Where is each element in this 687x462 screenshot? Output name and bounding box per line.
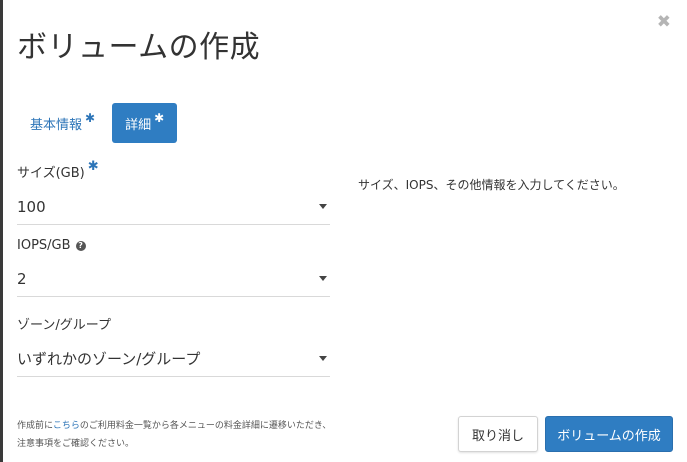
- required-icon: ✱: [154, 111, 165, 125]
- iops-label: IOPS/GB ?: [17, 238, 330, 253]
- size-label: サイズ(GB) ✱: [17, 159, 330, 181]
- details-help-text: サイズ、IOPS、その他情報を入力してください。: [358, 178, 625, 192]
- pricing-note: 作成前にこちらのご利用料金一覧から各メニューの料金詳細に遷移いただき、 注意事項…: [17, 417, 377, 453]
- iops-select-value: 2: [17, 269, 27, 288]
- tab-basic-info-label: 基本情報: [30, 117, 83, 133]
- pricing-note-prefix: 作成前に: [17, 421, 53, 431]
- zone-select-value: いずれかのゾーン/グループ: [17, 350, 201, 368]
- zone-label: ゾーン/グループ: [17, 314, 330, 333]
- create-volume-modal: ボリュームの作成 ✖ 基本情報 ✱ 詳細 ✱ サイズ(GB) ✱ 100 IOP…: [0, 0, 687, 462]
- background-edge: [0, 0, 3, 462]
- close-icon[interactable]: ✖: [657, 12, 671, 32]
- zone-field: ゾーン/グループ いずれかのゾーン/グループ: [17, 314, 330, 377]
- size-select[interactable]: 100: [17, 195, 330, 225]
- question-circle-icon[interactable]: ?: [75, 240, 86, 251]
- zone-select[interactable]: いずれかのゾーン/グループ: [17, 347, 330, 377]
- tab-details[interactable]: 詳細 ✱: [112, 103, 178, 143]
- required-icon: ✱: [87, 159, 99, 174]
- modal-title: ボリュームの作成: [17, 30, 261, 65]
- tab-bar: 基本情報 ✱ 詳細 ✱: [17, 103, 178, 143]
- size-field: サイズ(GB) ✱ 100: [17, 159, 330, 225]
- size-select-value: 100: [17, 197, 46, 216]
- caret-down-icon: [319, 356, 327, 361]
- pricing-note-line2: 注意事項をご確認ください。: [17, 439, 135, 449]
- tab-basic-info[interactable]: 基本情報 ✱: [17, 103, 108, 143]
- zone-label-text: ゾーン/グループ: [17, 318, 111, 333]
- tab-details-label: 詳細: [125, 117, 152, 133]
- cancel-button[interactable]: 取り消し: [458, 416, 538, 452]
- iops-label-text: IOPS/GB: [17, 238, 71, 253]
- create-volume-button[interactable]: ボリュームの作成: [545, 416, 673, 452]
- required-icon: ✱: [85, 111, 96, 125]
- caret-down-icon: [319, 276, 327, 281]
- iops-select[interactable]: 2: [17, 267, 330, 297]
- size-label-text: サイズ(GB): [17, 166, 85, 181]
- pricing-note-suffix: のご利用料金一覧から各メニューの料金詳細に遷移いただき、: [79, 421, 332, 431]
- iops-field: IOPS/GB ? 2: [17, 238, 330, 297]
- pricing-link[interactable]: こちら: [53, 421, 80, 431]
- caret-down-icon: [319, 204, 327, 209]
